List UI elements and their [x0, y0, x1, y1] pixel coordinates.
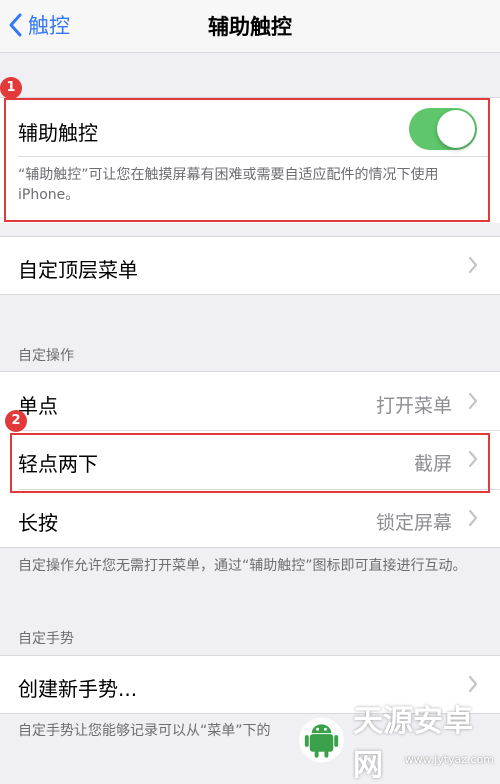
single-tap-row[interactable]: 单点 打开菜单: [0, 372, 500, 430]
step-badge-2: 2: [5, 410, 27, 432]
customize-top-menu-label: 自定顶层菜单: [18, 258, 138, 282]
watermark-url: www.jytyaz.com: [404, 753, 494, 766]
single-tap-value: 打开菜单: [375, 395, 452, 417]
long-press-value: 锁定屏幕: [375, 512, 452, 534]
navigation-bar: 触控 辅助触控: [0, 0, 500, 53]
watermark: 天源安卓网 www.jytyaz.com: [298, 704, 500, 783]
chevron-right-icon: [468, 509, 478, 527]
chevron-right-icon: [468, 675, 478, 693]
watermark-text: 天源安卓网: [353, 703, 474, 783]
long-press-label: 长按: [18, 511, 58, 535]
chevron-right-icon: [468, 256, 478, 274]
step-badge-1: 1: [0, 77, 22, 99]
customize-top-menu-row[interactable]: 自定顶层菜单: [0, 237, 500, 294]
page-title: 辅助触控: [208, 15, 292, 39]
highlight-box-2: [10, 433, 490, 493]
custom-gestures-header: 自定手势: [18, 631, 74, 647]
custom-actions-footer: 自定操作允许您无需打开菜单，通过“辅助触控”图标即可直接进行互动。: [18, 558, 467, 574]
custom-actions-header: 自定操作: [18, 348, 74, 364]
chevron-right-icon: [468, 392, 478, 410]
highlight-box-1: [4, 98, 490, 222]
divider: [0, 547, 500, 548]
create-gesture-label: 创建新手势...: [18, 677, 138, 701]
divider: [0, 294, 500, 295]
long-press-row[interactable]: 长按 锁定屏幕: [0, 490, 500, 547]
android-logo-icon: [298, 716, 345, 763]
